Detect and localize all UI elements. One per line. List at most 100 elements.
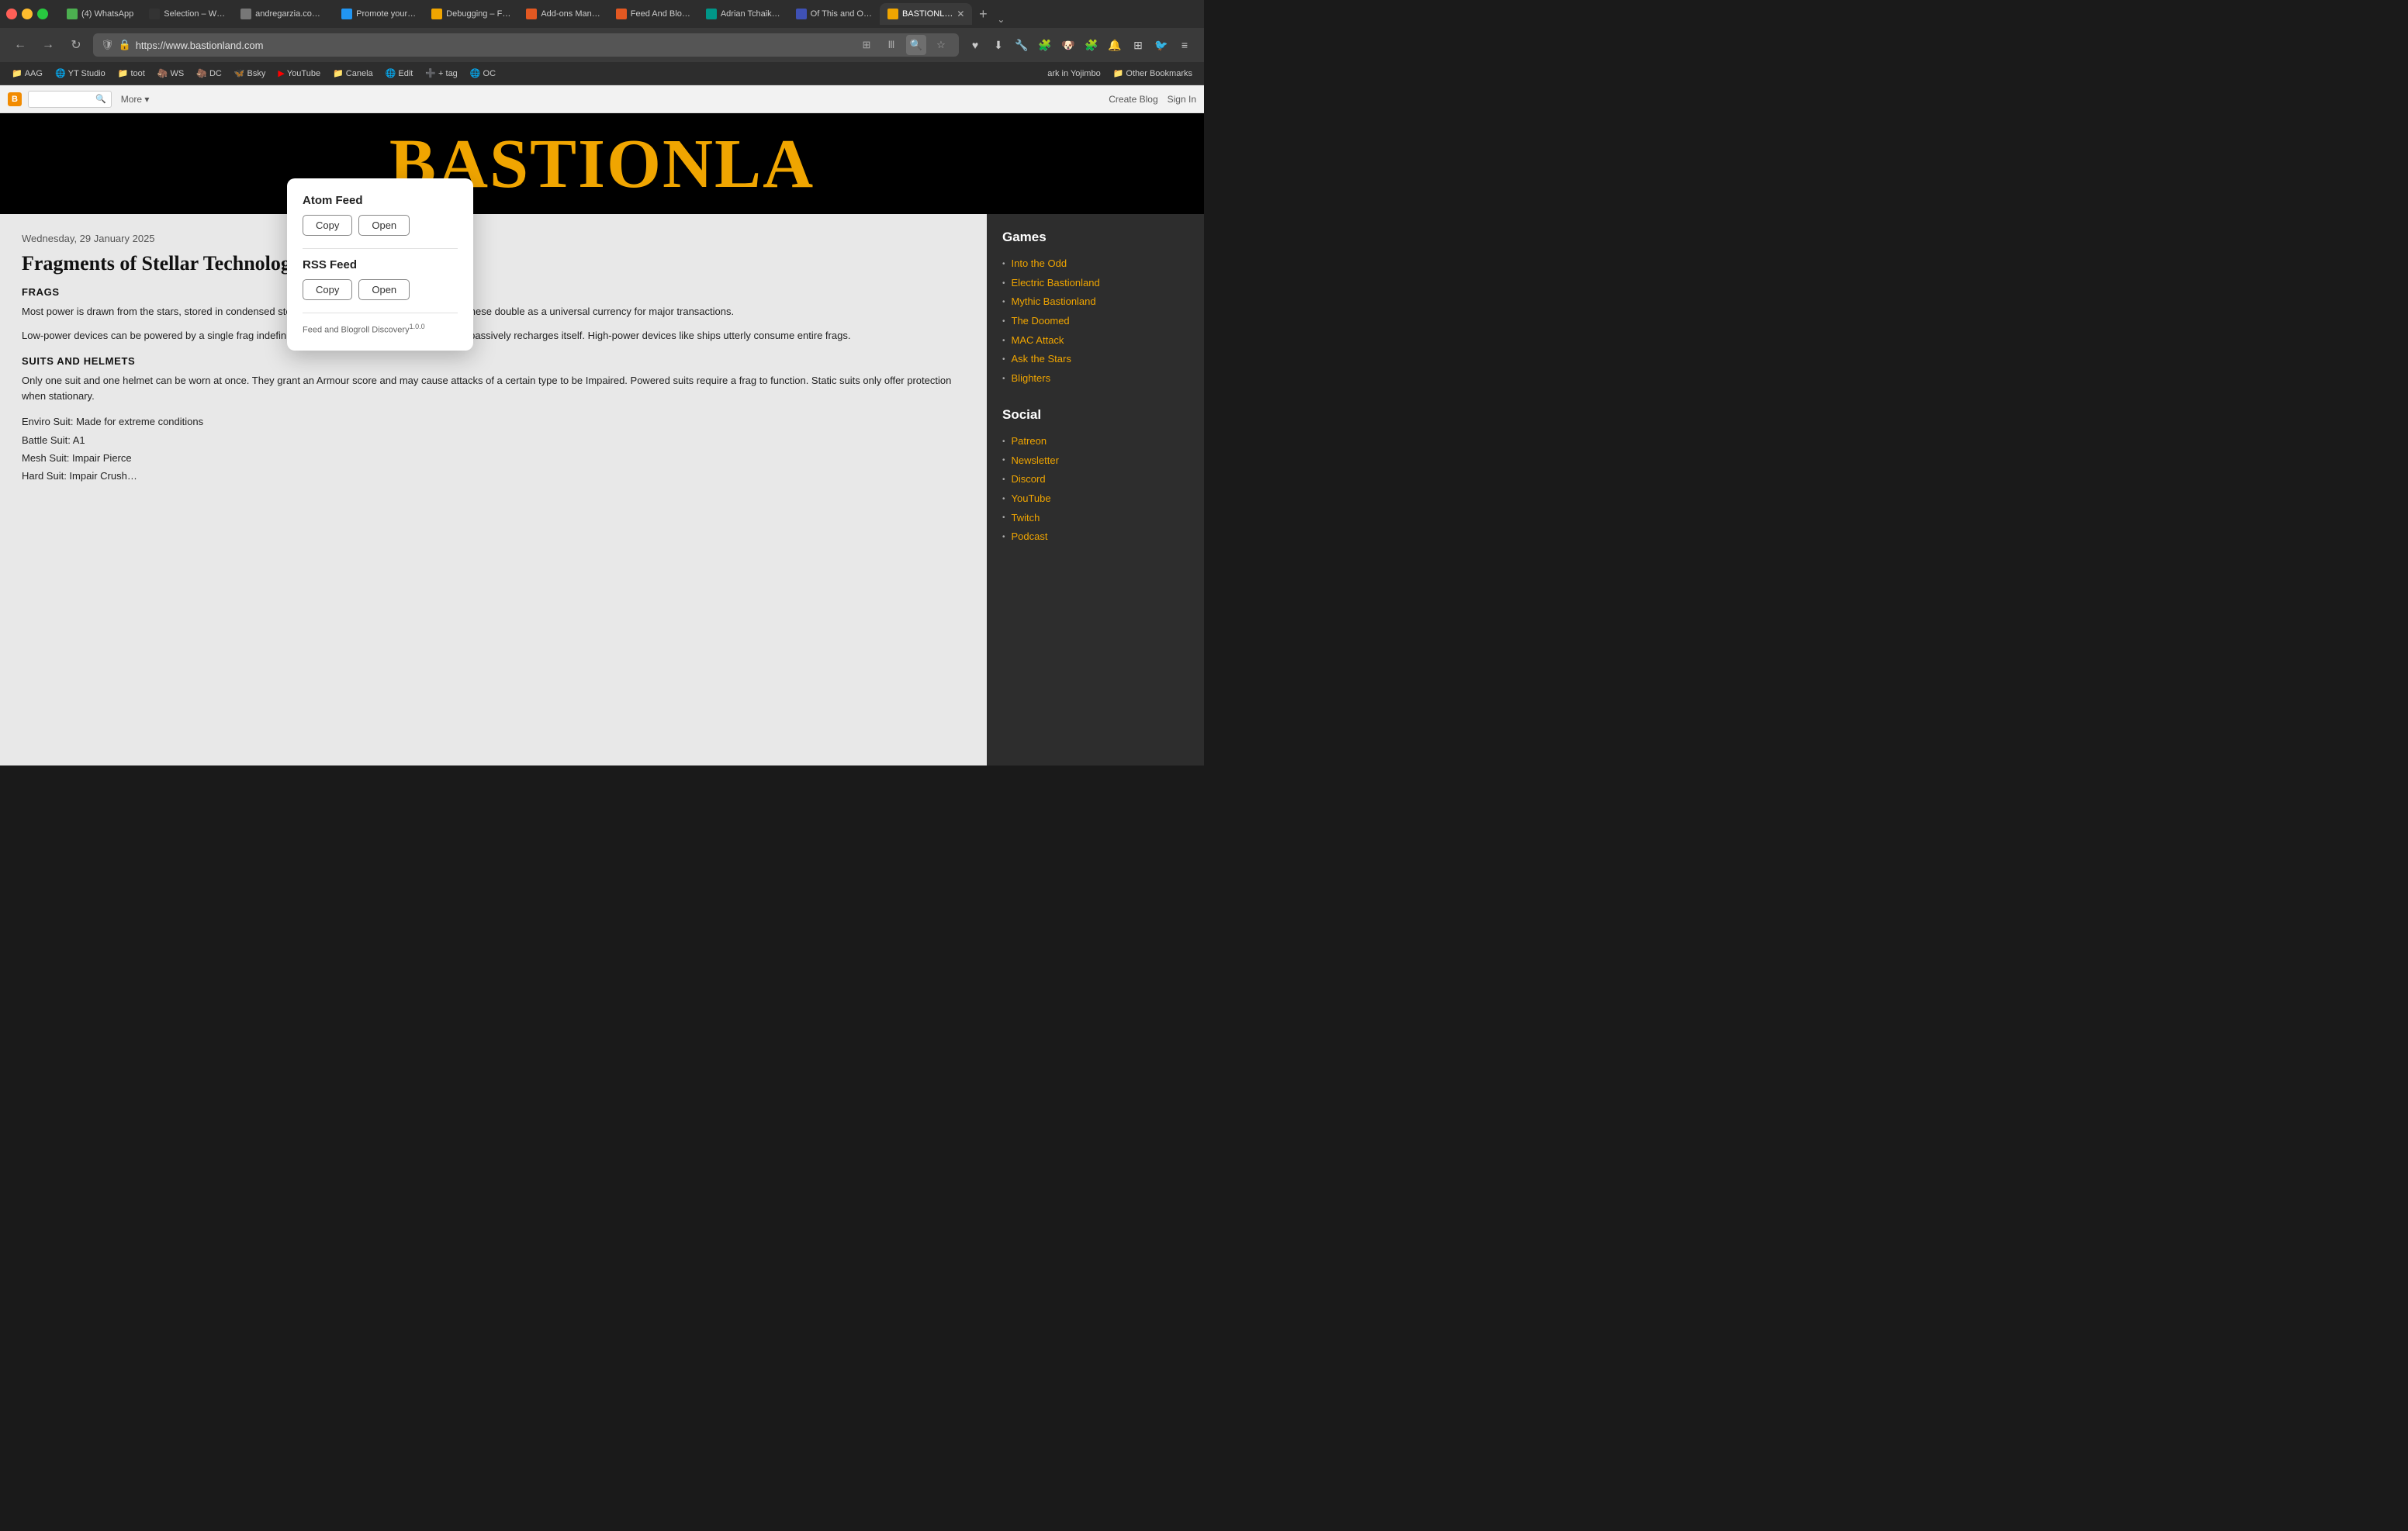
sidebar-link-twitch[interactable]: • Twitch	[1002, 509, 1188, 528]
tab-debugging[interactable]: Debugging – F…	[424, 3, 518, 25]
menu-icon[interactable]: ≡	[1175, 35, 1195, 55]
browser-frame: (4) WhatsApp Selection – W… andregarzia.…	[0, 0, 1204, 766]
atom-open-button[interactable]: Open	[358, 215, 410, 236]
sidebar-link-mythic[interactable]: • Mythic Bastionland	[1002, 292, 1188, 312]
tab-favicon	[341, 9, 352, 19]
page-content: BASTIONLA Wednesday, 29 January 2025 Fra…	[0, 113, 1204, 766]
bookmark-toot[interactable]: 📁 toot	[112, 67, 150, 80]
bookmark-tag[interactable]: ➕ + tag	[420, 67, 462, 80]
tab-close-icon[interactable]: ✕	[957, 9, 964, 19]
blogger-search-input[interactable]	[33, 94, 95, 105]
bookmark-bsky[interactable]: 🦋 Bsky	[229, 67, 272, 80]
forward-button[interactable]: →	[37, 34, 59, 56]
close-button[interactable]	[6, 9, 17, 19]
bookmark-edit[interactable]: 🌐 Edit	[380, 67, 419, 80]
sidebar-link-label: Ask the Stars	[1012, 350, 1071, 369]
bookmark-label: AAG	[25, 69, 43, 78]
tab-favicon	[67, 9, 78, 19]
address-field[interactable]: 🛡 🔒 https://www.bastionland.com ⊞ Ⅲ 🔍 ☆	[93, 33, 959, 57]
maximize-button[interactable]	[37, 9, 48, 19]
bookmark-canela[interactable]: 📁 Canela	[327, 67, 379, 80]
feed-version: 1.0.0	[410, 323, 425, 330]
tab-favicon	[706, 9, 717, 19]
tab-overflow-chevron[interactable]: ⌄	[994, 14, 1008, 25]
sidebar-link-doomed[interactable]: • The Doomed	[1002, 312, 1188, 331]
blogger-search-icon[interactable]: 🔍	[95, 94, 106, 104]
search-active-icon[interactable]: 🔍	[906, 35, 926, 55]
extension3-icon[interactable]: 🧩	[1081, 35, 1102, 55]
blogger-search-field[interactable]: 🔍	[28, 91, 112, 108]
bookmark-ws[interactable]: 🦣 WS	[152, 67, 189, 80]
bookmark-youtube[interactable]: ▶ YouTube	[272, 67, 326, 80]
article-section-suits: SUITS AND HELMETS	[22, 355, 965, 367]
sidebar-link-label: Electric Bastionland	[1012, 274, 1100, 293]
back-button[interactable]: ←	[9, 34, 31, 56]
tab-label: Of This and O…	[811, 9, 872, 19]
sidebar-link-mac-attack[interactable]: • MAC Attack	[1002, 331, 1188, 351]
bookmark-other[interactable]: 📁 Other Bookmarks	[1108, 67, 1198, 80]
tab-feed-blog[interactable]: Feed And Blo…	[608, 3, 698, 25]
tab-whatsapp[interactable]: (4) WhatsApp	[59, 3, 141, 25]
sidebar-link-blighters[interactable]: • Blighters	[1002, 369, 1188, 389]
bookmark-dc[interactable]: 🦣 DC	[191, 67, 227, 80]
bullet-icon: •	[1002, 492, 1005, 506]
tab-andregarzia[interactable]: andregarzia.com/…	[233, 3, 334, 25]
reload-button[interactable]: ↻	[65, 34, 87, 56]
wrench-icon[interactable]: 🔧	[1012, 35, 1032, 55]
bookmark-label: Canela	[346, 69, 373, 78]
sidebar-link-podcast[interactable]: • Podcast	[1002, 527, 1188, 547]
sign-in-link[interactable]: Sign In	[1168, 94, 1196, 105]
bookmark-label: YT Studio	[68, 69, 106, 78]
sidebar-link-patreon[interactable]: • Patreon	[1002, 432, 1188, 451]
grid-icon: ⊞	[856, 35, 877, 55]
sidebar-link-label: Twitch	[1012, 509, 1040, 528]
blogger-more-button[interactable]: More ▾	[121, 94, 150, 105]
bookmark-yojimbo[interactable]: ark in Yojimbo	[1042, 67, 1106, 80]
atom-copy-button[interactable]: Copy	[303, 215, 352, 236]
bookmark-label: ark in Yojimbo	[1047, 69, 1101, 78]
url-display: https://www.bastionland.com	[136, 40, 264, 51]
grid2-icon[interactable]: ⊞	[1128, 35, 1148, 55]
sidebar-link-youtube[interactable]: • YouTube	[1002, 489, 1188, 509]
bullet-icon: •	[1002, 434, 1005, 449]
tab-promote[interactable]: Promote your…	[334, 3, 424, 25]
bookmark-oc[interactable]: 🌐 OC	[465, 67, 501, 80]
tab-label: Selection – W…	[164, 9, 225, 19]
bookmarks-bar: 📁 AAG 🌐 YT Studio 📁 toot 🦣 WS 🦣 DC 🦋 Bsk…	[0, 62, 1204, 85]
title-bar: (4) WhatsApp Selection – W… andregarzia.…	[0, 0, 1204, 28]
sidebar-link-newsletter[interactable]: • Newsletter	[1002, 451, 1188, 471]
article-section-frags: FRAGS	[22, 286, 965, 298]
download-icon[interactable]: ⬇	[988, 35, 1009, 55]
blogger-bar: B 🔍 More ▾ Create Blog Sign In	[0, 85, 1204, 113]
article-para-1: Most power is drawn from the stars, stor…	[22, 304, 965, 320]
sidebar-link-ask-stars[interactable]: • Ask the Stars	[1002, 350, 1188, 369]
create-blog-link[interactable]: Create Blog	[1109, 94, 1157, 105]
tab-ofthis[interactable]: Of This and O…	[788, 3, 880, 25]
rss-copy-button[interactable]: Copy	[303, 279, 352, 300]
extension4-icon[interactable]: 🔔	[1105, 35, 1125, 55]
sidebar-link-electric[interactable]: • Electric Bastionland	[1002, 274, 1188, 293]
bird-icon[interactable]: 🐦	[1151, 35, 1171, 55]
star-icon[interactable]: ☆	[931, 35, 951, 55]
sidebar-link-label: Discord	[1012, 470, 1046, 489]
tab-addons[interactable]: Add-ons Man…	[518, 3, 607, 25]
sidebar-link-discord[interactable]: • Discord	[1002, 470, 1188, 489]
atom-feed-title: Atom Feed	[303, 194, 458, 207]
sidebar-link-into-the-odd[interactable]: • Into the Odd	[1002, 254, 1188, 274]
tabs-area: (4) WhatsApp Selection – W… andregarzia.…	[53, 3, 1198, 25]
pocket-icon[interactable]: ♥	[965, 35, 985, 55]
article-list-item-1: Enviro Suit: Made for extreme conditions	[22, 413, 965, 430]
sidebar-link-label: Into the Odd	[1012, 254, 1067, 274]
tab-adrian[interactable]: Adrian Tchaik…	[698, 3, 788, 25]
extension2-icon[interactable]: 🐶	[1058, 35, 1078, 55]
bookmark-yt-studio[interactable]: 🌐 YT Studio	[50, 67, 111, 80]
bookmark-aag[interactable]: 📁 AAG	[6, 67, 48, 80]
minimize-button[interactable]	[22, 9, 33, 19]
extension1-icon[interactable]: 🧩	[1035, 35, 1055, 55]
tab-selection[interactable]: Selection – W…	[141, 3, 233, 25]
new-tab-button[interactable]: +	[972, 3, 994, 25]
tab-bastionland[interactable]: BASTIONL… ✕	[880, 3, 972, 25]
bullet-icon: •	[1002, 295, 1005, 309]
sidebar-link-label: YouTube	[1012, 489, 1051, 509]
rss-open-button[interactable]: Open	[358, 279, 410, 300]
